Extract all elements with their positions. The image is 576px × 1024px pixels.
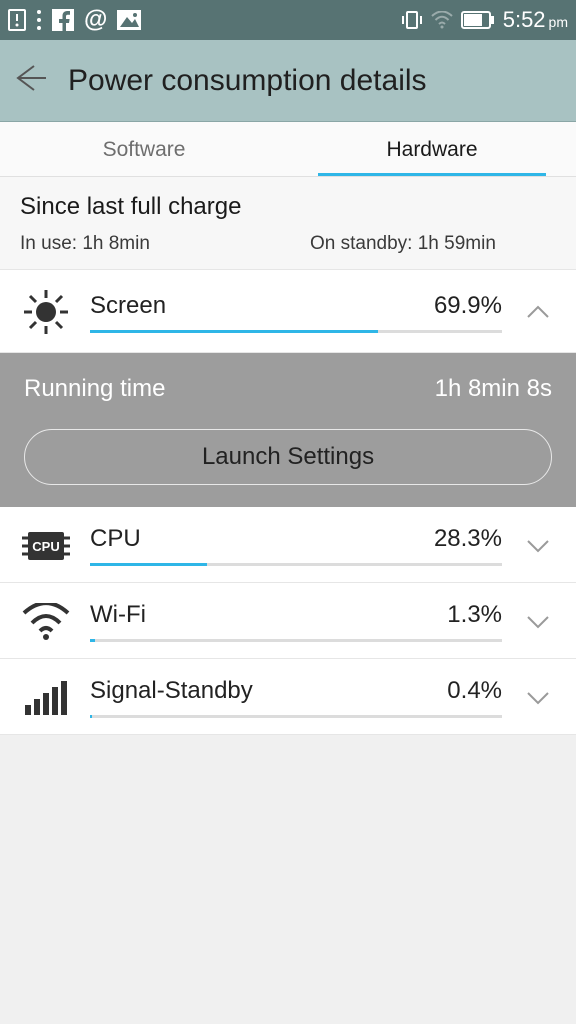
svg-text:CPU: CPU — [32, 539, 59, 554]
facebook-icon — [52, 9, 74, 31]
app-header: Power consumption details — [0, 40, 576, 122]
since-section: Since last full charge In use: 1h 8min O… — [0, 177, 576, 270]
back-icon[interactable] — [14, 64, 48, 97]
item-pct: 28.3% — [434, 525, 502, 553]
item-name: Signal-Standby — [90, 677, 447, 705]
hardware-item-cpu[interactable]: CPU CPU 28.3% — [0, 507, 576, 583]
chevron-down-icon — [520, 539, 556, 553]
in-use-label: In use: 1h 8min — [20, 233, 310, 255]
hardware-item-wifi[interactable]: Wi-Fi 1.3% — [0, 583, 576, 659]
progress-bar — [90, 715, 502, 718]
page-title: Power consumption details — [68, 64, 427, 98]
status-time: 5:52pm — [503, 7, 568, 33]
wifi-icon — [20, 603, 72, 641]
progress-bar — [90, 563, 502, 566]
at-icon: @ — [84, 6, 107, 34]
launch-settings-button[interactable]: Launch Settings — [24, 429, 552, 485]
chevron-down-icon — [520, 691, 556, 705]
running-section: Running time 1h 8min 8s Launch Settings — [0, 353, 576, 507]
signal-icon — [20, 679, 72, 717]
running-value: 1h 8min 8s — [435, 375, 552, 403]
hardware-item-signal[interactable]: Signal-Standby 0.4% — [0, 659, 576, 735]
hardware-item-screen[interactable]: Screen 69.9% — [0, 270, 576, 353]
item-name: Screen — [90, 292, 434, 320]
image-icon — [117, 10, 141, 30]
battery-icon — [461, 11, 495, 29]
tabs: Software Hardware — [0, 122, 576, 177]
cpu-icon: CPU — [20, 528, 72, 564]
progress-bar — [90, 330, 502, 333]
item-name: Wi-Fi — [90, 601, 447, 629]
vibrate-icon — [401, 10, 423, 30]
status-bar: @ 5:52pm — [0, 0, 576, 40]
item-name: CPU — [90, 525, 434, 553]
running-label: Running time — [24, 375, 165, 403]
progress-bar — [90, 639, 502, 642]
wifi-icon — [431, 11, 453, 29]
tab-software[interactable]: Software — [0, 122, 288, 176]
tab-hardware[interactable]: Hardware — [288, 122, 576, 176]
standby-label: On standby: 1h 59min — [310, 233, 496, 255]
alert-icon — [8, 9, 26, 31]
item-pct: 0.4% — [447, 677, 502, 705]
chevron-down-icon — [520, 615, 556, 629]
more-icon — [36, 9, 42, 31]
sun-icon — [20, 288, 72, 336]
chevron-up-icon — [520, 305, 556, 319]
item-pct: 69.9% — [434, 292, 502, 320]
since-heading: Since last full charge — [20, 193, 556, 221]
item-pct: 1.3% — [447, 601, 502, 629]
